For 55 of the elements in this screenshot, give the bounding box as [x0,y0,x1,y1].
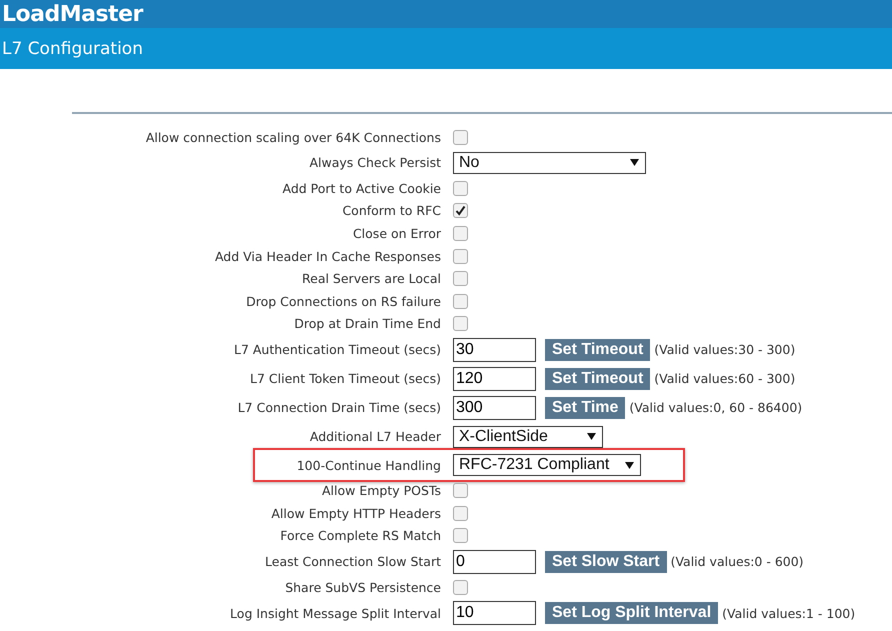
checkbox[interactable] [453,316,468,332]
set-button[interactable]: Set Time [545,396,626,419]
checkbox[interactable] [453,483,468,498]
checkbox[interactable] [453,271,468,286]
dropdown[interactable]: RFC-7231 Compliant [453,454,641,476]
dropdown[interactable]: X-ClientSide [453,426,603,448]
checkbox[interactable] [453,506,468,521]
caret-icon [630,159,639,166]
setting-label: Share SubVS Persistence [284,580,442,595]
setting-label: Add Via Header In Cache Responses [214,248,442,264]
setting-label: Add Port to Active Cookie [281,180,442,196]
setting-label: Force Complete RS Match [279,528,442,544]
setting-label: Drop at Drain Time End [293,316,442,332]
setting-label: Close on Error [352,226,442,242]
app-title: LoadMaster [2,2,143,26]
valid-values-hint: (Valid values:30 - 300) [654,342,796,358]
input-field[interactable]: 300 [453,396,536,420]
setting-label: L7 Client Token Timeout (secs) [249,371,442,386]
caret-icon [587,433,596,440]
valid-values-hint: (Valid values:0 - 600) [670,554,804,570]
checkbox[interactable] [453,203,468,218]
caret-icon [625,462,634,468]
set-button[interactable]: Set Slow Start [545,550,667,573]
setting-label: Allow Empty HTTP Headers [270,506,442,521]
input-field[interactable]: 120 [453,366,536,391]
valid-values-hint: (Valid values:1 - 100) [722,606,856,621]
set-button[interactable]: Set Timeout [545,338,650,361]
input-field[interactable]: 30 [453,338,536,362]
valid-values-hint: (Valid values:0, 60 - 86400) [629,400,802,416]
page-title: L7 Configuration [2,38,143,58]
setting-label: L7 Connection Drain Time (secs) [236,400,442,416]
set-button[interactable]: Set Log Split Interval [545,602,718,624]
setting-label: Log Insight Message Split Interval [229,606,442,621]
setting-label: Always Check Persist [308,155,442,170]
setting-label: L7 Authentication Timeout (secs) [232,342,442,358]
setting-label: Real Servers are Local [301,271,442,286]
setting-label: Allow Empty POSTs [320,483,442,498]
checkbox[interactable] [453,226,468,242]
checkbox[interactable] [453,180,468,196]
setting-label: Additional L7 Header [308,429,442,444]
setting-label: 100-Continue Handling [296,458,442,472]
setting-label: Allow connection scaling over 64K Connections [144,130,442,145]
checkbox[interactable] [453,294,468,309]
valid-values-hint: (Valid values:60 - 300) [654,371,796,386]
checkbox[interactable] [453,528,468,544]
setting-label: Drop Connections on RS failure [245,294,442,309]
input-field[interactable]: 0 [453,550,536,574]
checkbox[interactable] [453,130,468,145]
input-field[interactable]: 10 [453,601,536,626]
setting-label: Conform to RFC [341,203,442,218]
setting-label: Least Connection Slow Start [264,554,442,570]
checkbox[interactable] [453,580,468,595]
checkbox[interactable] [453,248,468,264]
dropdown[interactable]: No [453,152,646,174]
set-button[interactable]: Set Timeout [545,368,650,390]
